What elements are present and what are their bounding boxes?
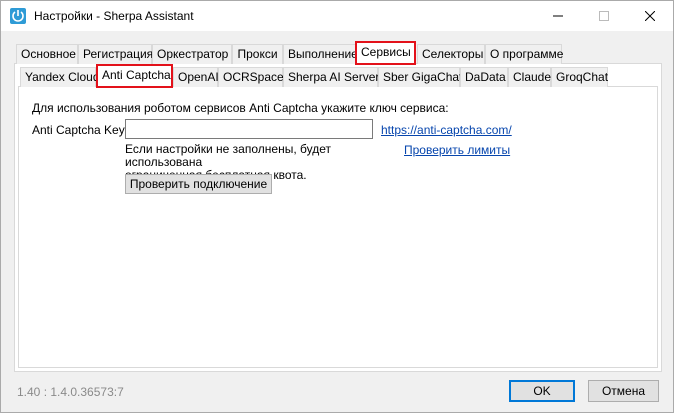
maximize-icon xyxy=(599,11,609,21)
tab-claude[interactable]: Claude xyxy=(508,67,551,87)
tab-orchestrator[interactable]: Оркестратор xyxy=(152,44,232,64)
tab-services[interactable]: Сервисы xyxy=(355,41,416,65)
cancel-button[interactable]: Отмена xyxy=(588,380,659,402)
free-quota-note-line1: Если настройки не заполнены, будет испол… xyxy=(125,142,331,169)
tab-sber-gigachat[interactable]: Sber GigaChat xyxy=(378,67,462,87)
title-bar: Настройки - Sherpa Assistant xyxy=(1,1,673,31)
check-limits-link[interactable]: Проверить лимиты xyxy=(404,143,510,157)
tab-openai[interactable]: OpenAI xyxy=(173,67,219,87)
tab-yandex-cloud[interactable]: Yandex Cloud xyxy=(20,67,100,87)
maximize-button[interactable] xyxy=(581,1,627,31)
ok-button[interactable]: OK xyxy=(509,380,575,402)
settings-window: Настройки - Sherpa Assistant Основное Ре… xyxy=(0,0,674,413)
minimize-icon xyxy=(553,15,563,17)
tab-selectors[interactable]: Селекторы xyxy=(417,44,485,64)
anti-captcha-key-input[interactable] xyxy=(125,119,373,139)
version-label: 1.40 : 1.4.0.36573:7 xyxy=(17,385,124,399)
tab-sherpa-ai-server[interactable]: Sherpa AI Server xyxy=(283,67,379,87)
sherpa-app-icon xyxy=(10,8,26,24)
anti-captcha-description: Для использования роботом сервисов Anti … xyxy=(32,101,449,115)
anti-captcha-key-label: Anti Captcha Key: xyxy=(32,123,129,137)
anti-captcha-site-link[interactable]: https://anti-captcha.com/ xyxy=(381,123,512,137)
tab-execution[interactable]: Выполнение xyxy=(283,44,358,64)
close-icon xyxy=(645,11,655,21)
window-title: Настройки - Sherpa Assistant xyxy=(34,9,194,23)
minimize-button[interactable] xyxy=(535,1,581,31)
tab-proxy[interactable]: Прокси xyxy=(232,44,283,64)
tab-about[interactable]: О программе xyxy=(485,44,563,64)
tab-dadata[interactable]: DaData xyxy=(460,67,508,87)
tab-ocrspace[interactable]: OCRSpace xyxy=(218,67,284,87)
tab-anti-captcha[interactable]: Anti Captcha xyxy=(96,64,173,88)
tab-registration[interactable]: Регистрация xyxy=(78,44,153,64)
check-connection-button[interactable]: Проверить подключение xyxy=(125,174,272,194)
tab-general[interactable]: Основное xyxy=(16,44,78,64)
tab-groqchat[interactable]: GroqChat xyxy=(551,67,608,87)
close-button[interactable] xyxy=(627,1,673,31)
